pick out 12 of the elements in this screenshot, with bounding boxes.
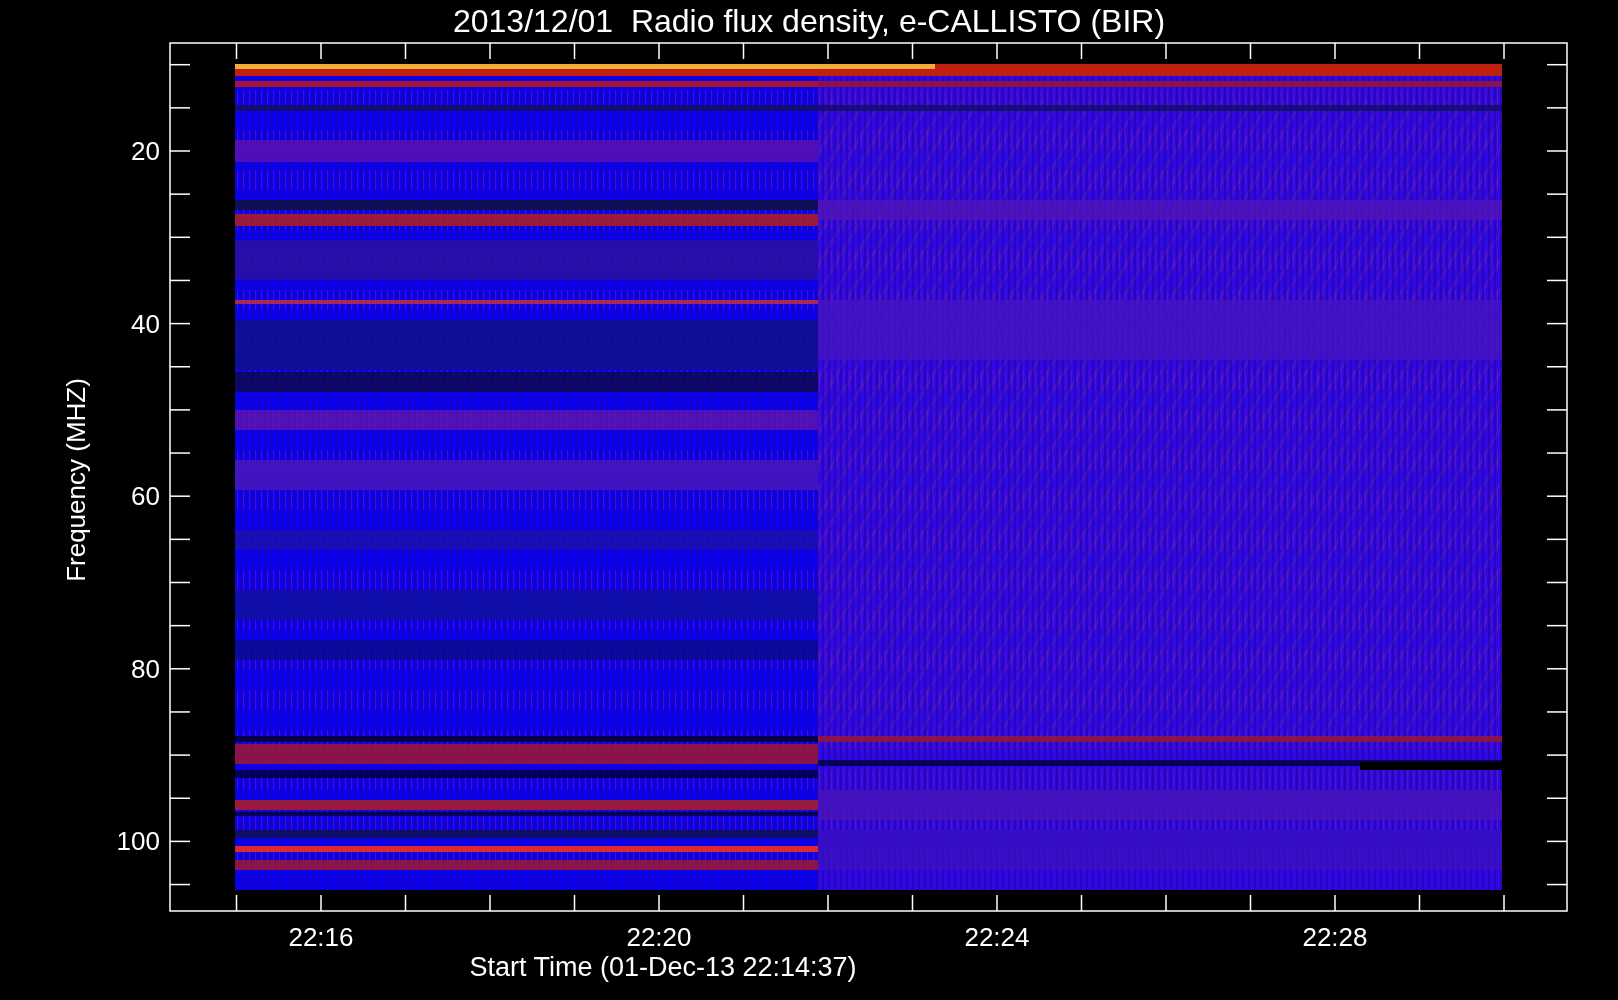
x-tick-label: 22:16 <box>288 922 354 952</box>
y-axis-label: Frequency (MHZ) <box>61 378 91 582</box>
y-tick-label: 80 <box>131 653 160 684</box>
y-tick-label: 60 <box>131 481 160 512</box>
y-tick-label: 20 <box>131 136 160 166</box>
y-tick-label: 100 <box>116 826 160 857</box>
y-tick-label: 40 <box>131 308 160 339</box>
x-tick-label: 22:28 <box>1302 922 1368 952</box>
x-tick-label: 22:20 <box>626 922 692 952</box>
x-axis-label: Start Time (01-Dec-13 22:14:37) <box>469 952 857 982</box>
x-tick-label: 22:24 <box>964 922 1030 952</box>
plot-title: 2013/12/01 Radio flux density, e-CALLISTO (BIR) <box>452 3 1166 39</box>
